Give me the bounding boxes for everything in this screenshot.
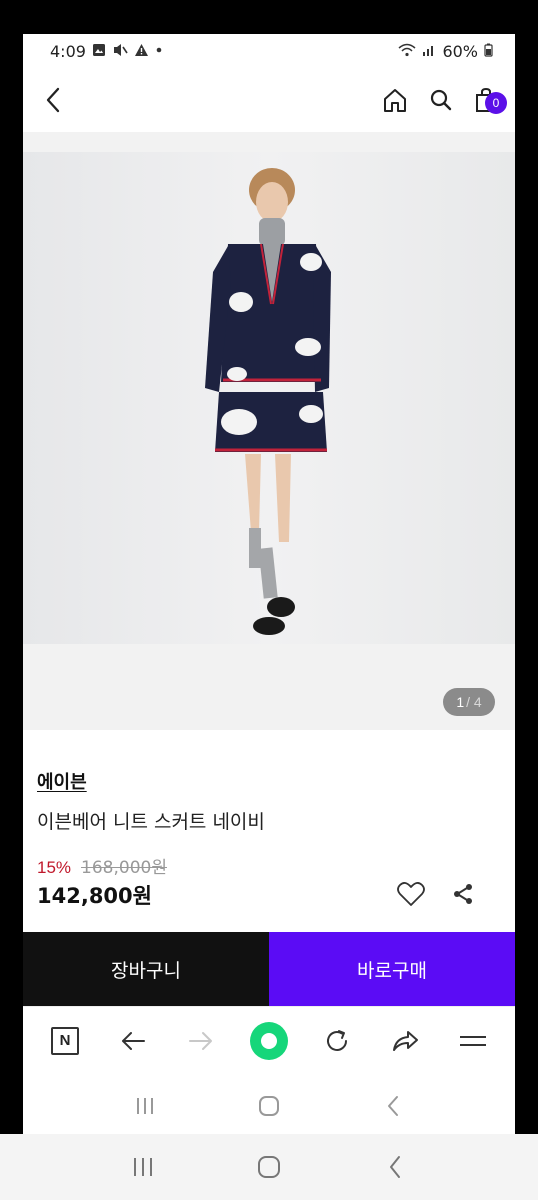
home-button[interactable] xyxy=(375,80,415,120)
phone-screen: 4:09 60% 0 1 / 4 에이븐 이븐베어 니트 스커트 네이비 15%… xyxy=(23,34,515,1134)
status-right: 60% xyxy=(398,42,493,61)
cart-header-button[interactable]: 0 xyxy=(467,80,507,120)
chevron-left-icon xyxy=(46,87,60,113)
recent-apps-icon xyxy=(134,1158,152,1176)
image-total: / 4 xyxy=(466,694,482,710)
app-header: 0 xyxy=(23,74,515,126)
naver-logo-icon: N xyxy=(51,1026,79,1055)
product-photo xyxy=(23,152,515,644)
status-left: 4:09 xyxy=(50,42,163,61)
system-home-button[interactable] xyxy=(247,1145,291,1189)
recent-apps-icon xyxy=(137,1098,153,1114)
back-nav-icon xyxy=(390,1156,400,1178)
refresh-button[interactable] xyxy=(315,1019,359,1063)
back-nav-icon xyxy=(388,1096,398,1116)
refresh-icon xyxy=(327,1029,347,1051)
recent-apps-button[interactable] xyxy=(123,1084,167,1128)
purchase-action-bar: 장바구니 바로구매 xyxy=(23,932,515,1006)
header-actions: 0 xyxy=(375,80,507,120)
price-row: 15% 168,000원 xyxy=(37,853,167,878)
back-arrow-icon xyxy=(122,1031,145,1050)
browser-toolbar: N xyxy=(23,1006,515,1074)
back-nav-button[interactable] xyxy=(371,1084,415,1128)
add-to-cart-button[interactable]: 장바구니 xyxy=(23,932,269,1006)
home-nav-icon xyxy=(259,1096,279,1116)
status-bar: 4:09 60% xyxy=(23,34,515,68)
like-button[interactable] xyxy=(393,876,429,912)
silent-icon xyxy=(112,43,128,60)
heart-icon xyxy=(397,882,425,906)
signal-icon xyxy=(422,43,436,60)
discount-rate: 15% xyxy=(37,858,72,877)
final-price: 142,800원 xyxy=(37,884,152,908)
share-icon xyxy=(454,884,472,904)
original-price: 168,000원 xyxy=(81,858,167,878)
status-time: 4:09 xyxy=(50,41,86,61)
system-nav-bar xyxy=(0,1134,538,1200)
product-name: 이븐베어 니트 스커트 네이비 xyxy=(37,811,265,833)
back-button[interactable] xyxy=(33,80,73,120)
browser-forward-button[interactable] xyxy=(179,1019,223,1063)
dot-icon xyxy=(155,43,163,60)
home-nav-icon xyxy=(258,1156,280,1178)
brand-link[interactable]: 에이븐 xyxy=(37,768,87,794)
system-back-button[interactable] xyxy=(373,1145,417,1189)
buy-now-button[interactable]: 바로구매 xyxy=(269,932,515,1006)
menu-icon xyxy=(460,1035,486,1046)
product-image-carousel[interactable]: 1 / 4 xyxy=(23,132,515,730)
forward-arrow-icon xyxy=(189,1031,212,1050)
system-recent-apps-button[interactable] xyxy=(121,1145,165,1189)
search-button[interactable] xyxy=(421,80,461,120)
cart-count-badge: 0 xyxy=(485,92,507,114)
warning-icon xyxy=(134,43,149,60)
image-page-indicator: 1 / 4 xyxy=(443,688,495,716)
battery-text: 60% xyxy=(442,41,478,61)
battery-icon xyxy=(484,43,493,60)
green-dot-icon xyxy=(250,1021,288,1060)
green-dot-button[interactable] xyxy=(247,1019,291,1063)
share-forward-icon xyxy=(393,1030,418,1051)
home-icon xyxy=(384,89,406,112)
home-nav-button[interactable] xyxy=(247,1084,291,1128)
search-icon xyxy=(430,89,452,111)
browser-share-button[interactable] xyxy=(383,1019,427,1063)
wifi-icon xyxy=(398,43,416,60)
browser-menu-button[interactable] xyxy=(451,1019,495,1063)
gallery-icon xyxy=(92,43,106,60)
app-nav-bar xyxy=(23,1078,515,1134)
browser-back-button[interactable] xyxy=(111,1019,155,1063)
share-button[interactable] xyxy=(445,876,481,912)
naver-home-button[interactable]: N xyxy=(43,1019,87,1063)
image-index: 1 xyxy=(456,694,465,710)
